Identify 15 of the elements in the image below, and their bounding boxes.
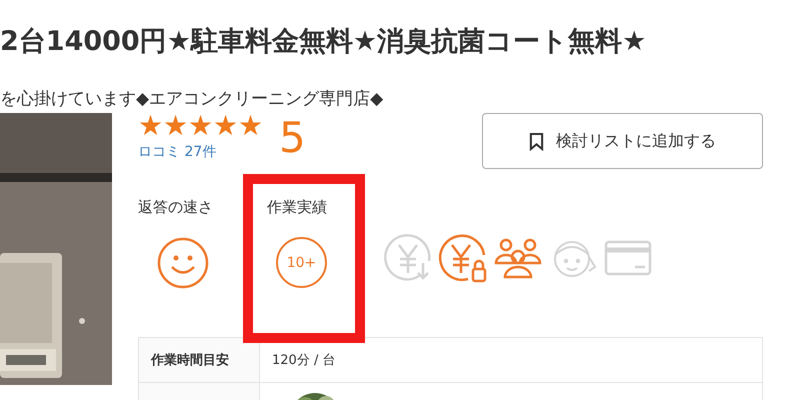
table-header-cell: 作業時間目安 [138,338,260,382]
star-icon: ★ [163,113,188,139]
star-icon: ★ [238,113,263,139]
star-icon: ★ [188,113,213,139]
page-title: 2台14000円★駐車料金無料★消臭抗菌コート無料★ [0,25,648,58]
star-icon: ★ [213,113,238,139]
shop-tagline: を心掛けています◆エアコンクリーニング専門店◆ [0,89,384,109]
star-icon: ★ [138,113,163,139]
table-cell: 120分 / 台 [260,338,762,382]
feature-label: 返答の速さ [138,197,213,217]
add-to-list-button[interactable]: 検討リストに追加する [482,113,763,169]
reviews-link[interactable]: ロコミ 27件 [138,143,263,161]
achievement-badge: 10+ [276,237,327,288]
feature-label: 作業実績 [267,197,327,217]
rating-score: 5 [279,115,306,161]
